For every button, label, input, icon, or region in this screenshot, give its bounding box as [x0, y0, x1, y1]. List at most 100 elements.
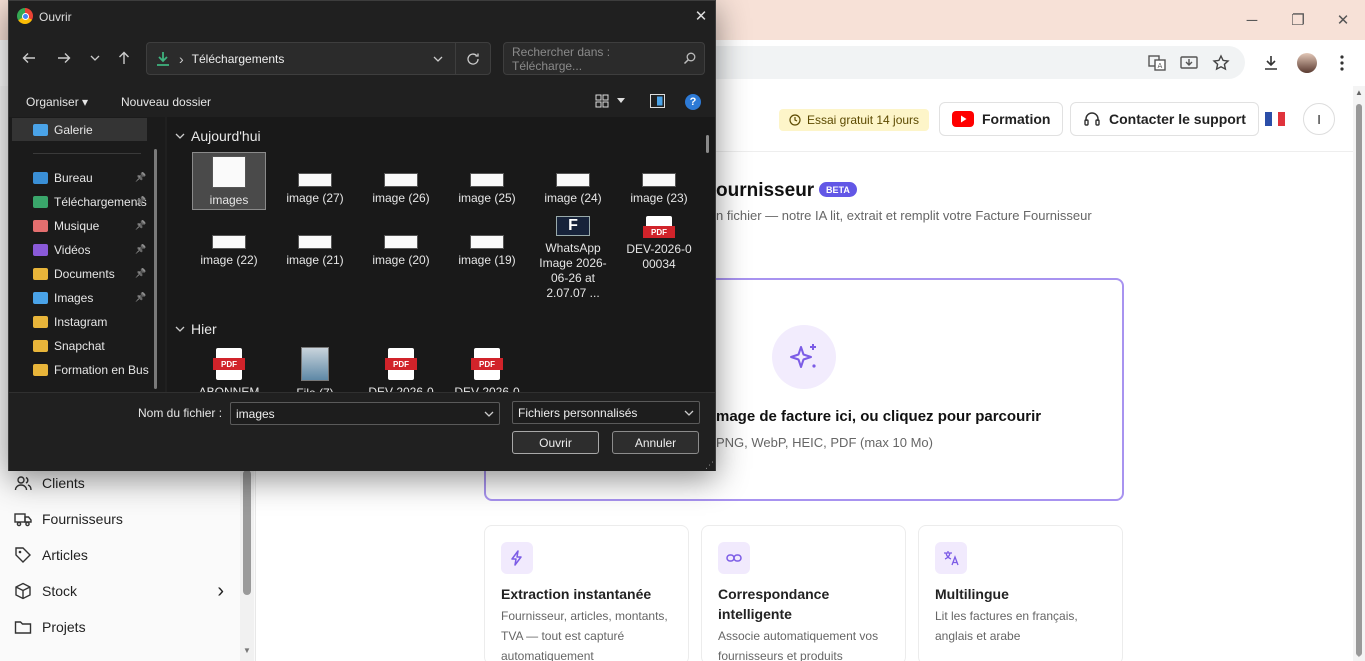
filename-value: images — [236, 406, 275, 421]
nav-folder-icon — [33, 292, 48, 304]
more-menu-icon[interactable] — [1328, 49, 1356, 77]
forward-arrow-icon[interactable] — [50, 44, 78, 72]
training-button[interactable]: Formation — [939, 102, 1064, 136]
view-options-button[interactable] — [595, 94, 625, 108]
file-item[interactable]: image (24) — [536, 152, 610, 210]
close-window-button[interactable]: ✕ — [1320, 0, 1365, 40]
nav-item[interactable]: Téléchargements — [33, 191, 149, 213]
file-item[interactable]: PDF ABONNEM — [192, 346, 266, 392]
minimize-button[interactable]: ─ — [1229, 0, 1275, 40]
filename-label: Nom du fichier : — [138, 406, 223, 420]
filename-input[interactable]: images — [230, 402, 500, 425]
file-item[interactable]: F WhatsApp Image 2026-06-26 at 2.07.07 ..… — [536, 214, 610, 300]
nav-item[interactable]: Instagram — [33, 311, 149, 333]
group-header-today[interactable]: Aujourd'hui — [175, 128, 261, 144]
file-item[interactable]: PDF DEV-2026-0 00034 — [622, 214, 696, 272]
dialog-title: Ouvrir — [39, 10, 72, 24]
page-scrollbar-thumb[interactable] — [1356, 104, 1362, 656]
file-name: image (24) — [544, 191, 602, 205]
file-item[interactable]: image (21) — [278, 214, 352, 272]
file-item[interactable]: image (22) — [192, 214, 266, 272]
sidebar-item-clients[interactable]: Clients — [14, 468, 85, 498]
file-name: image (27) — [286, 191, 344, 205]
sparkles-icon — [772, 325, 836, 389]
open-button[interactable]: Ouvrir — [512, 431, 599, 454]
support-button-label: Contacter le support — [1109, 111, 1246, 127]
search-input[interactable]: Rechercher dans : Télécharge... — [503, 42, 705, 75]
nav-item[interactable]: Documents — [33, 263, 149, 285]
nav-item[interactable]: Galerie — [33, 119, 149, 141]
pin-icon[interactable]: 📌 — [135, 268, 146, 279]
preview-pane-icon[interactable] — [650, 94, 665, 111]
group-header-yesterday[interactable]: Hier — [175, 321, 217, 337]
file-item[interactable]: image (20) — [364, 214, 438, 272]
trial-badge-label: Essai gratuit 14 jours — [807, 113, 920, 127]
image-thumbnail — [212, 156, 246, 188]
nav-item-label: Téléchargements — [54, 195, 147, 209]
nav-item[interactable]: Formation en Bus — [33, 359, 149, 381]
help-icon[interactable]: ? — [685, 94, 701, 110]
nav-item[interactable]: Snapchat — [33, 335, 149, 357]
file-list: Aujourd'hui images image (27) image (26) im… — [167, 117, 715, 392]
sidebar-scrollbar[interactable]: ▼ — [240, 470, 254, 661]
file-item[interactable]: image (26) — [364, 152, 438, 210]
pin-icon[interactable]: 📌 — [135, 244, 146, 255]
support-button[interactable]: Contacter le support — [1070, 102, 1259, 136]
file-item[interactable]: image (19) — [450, 214, 524, 272]
file-list-scrollbar[interactable] — [706, 135, 709, 153]
flag-fr-icon[interactable] — [1265, 112, 1286, 126]
back-arrow-icon[interactable] — [15, 44, 43, 72]
file-name: images — [209, 193, 249, 207]
file-item[interactable]: images — [192, 152, 266, 210]
resize-grip-icon[interactable]: ⋰ — [705, 460, 714, 471]
pin-icon[interactable]: 📌 — [135, 196, 146, 207]
sidebar-item-articles[interactable]: Articles — [14, 540, 88, 570]
pdf-label: PDF — [471, 358, 503, 370]
file-item[interactable]: image (23) — [622, 152, 696, 210]
user-avatar[interactable]: I — [1303, 103, 1335, 135]
refresh-icon[interactable] — [466, 52, 480, 66]
feature-title: Correspondance intelligente — [718, 586, 830, 622]
nav-item[interactable]: Musique — [33, 215, 149, 237]
sidebar-item-projets[interactable]: Projets — [14, 612, 86, 642]
translate-icon[interactable]: A — [1143, 49, 1171, 77]
sidebar-item-stock[interactable]: Stock › — [14, 576, 224, 606]
recent-locations-chevron-icon[interactable] — [81, 44, 109, 72]
file-item[interactable]: image (27) — [278, 152, 352, 210]
pin-icon[interactable]: 📌 — [135, 292, 146, 303]
nav-item-label: Images — [54, 291, 94, 305]
feature-text: Associe automatiquement vos fournisseurs… — [718, 629, 879, 661]
file-name: image (23) — [630, 191, 688, 205]
cancel-button[interactable]: Annuler — [612, 431, 699, 454]
nav-item[interactable]: Bureau — [33, 167, 149, 189]
bookmark-star-icon[interactable] — [1207, 49, 1235, 77]
restore-button[interactable]: ❐ — [1275, 0, 1321, 40]
new-folder-button[interactable]: Nouveau dossier — [121, 95, 211, 109]
file-item[interactable]: PDF DEV-2026-0 — [450, 346, 524, 392]
truck-icon — [14, 513, 32, 527]
up-arrow-icon[interactable] — [110, 44, 138, 72]
sidebar-item-fournisseurs[interactable]: Fournisseurs — [14, 504, 123, 534]
path-bar[interactable]: › Téléchargements — [146, 42, 491, 75]
nav-item[interactable]: Images — [33, 287, 149, 309]
nav-item[interactable]: Vidéos — [33, 239, 149, 261]
profile-avatar[interactable] — [1293, 49, 1321, 77]
nav-scrollbar[interactable] — [154, 149, 157, 389]
svg-text:A: A — [1158, 62, 1163, 70]
image-thumbnail — [470, 173, 504, 187]
file-item[interactable]: PDF DEV-2026-0 — [364, 346, 438, 392]
dialog-close-button[interactable]: ✕ — [689, 5, 713, 27]
pin-icon[interactable]: 📌 — [135, 172, 146, 183]
chevron-down-icon[interactable] — [484, 409, 494, 419]
download-icon[interactable] — [1257, 49, 1285, 77]
chevron-down-icon — [617, 98, 625, 103]
pin-icon[interactable]: 📌 — [135, 220, 146, 231]
path-segment[interactable]: Téléchargements — [192, 52, 285, 66]
filetype-select[interactable]: Fichiers personnalisés — [512, 401, 700, 424]
path-dropdown-icon[interactable] — [433, 54, 443, 64]
install-app-icon[interactable] — [1175, 49, 1203, 77]
file-item[interactable]: File (7) — [278, 346, 352, 392]
organize-button[interactable]: Organiser ▾ — [26, 95, 88, 109]
file-item[interactable]: image (25) — [450, 152, 524, 210]
search-icon — [683, 52, 696, 65]
